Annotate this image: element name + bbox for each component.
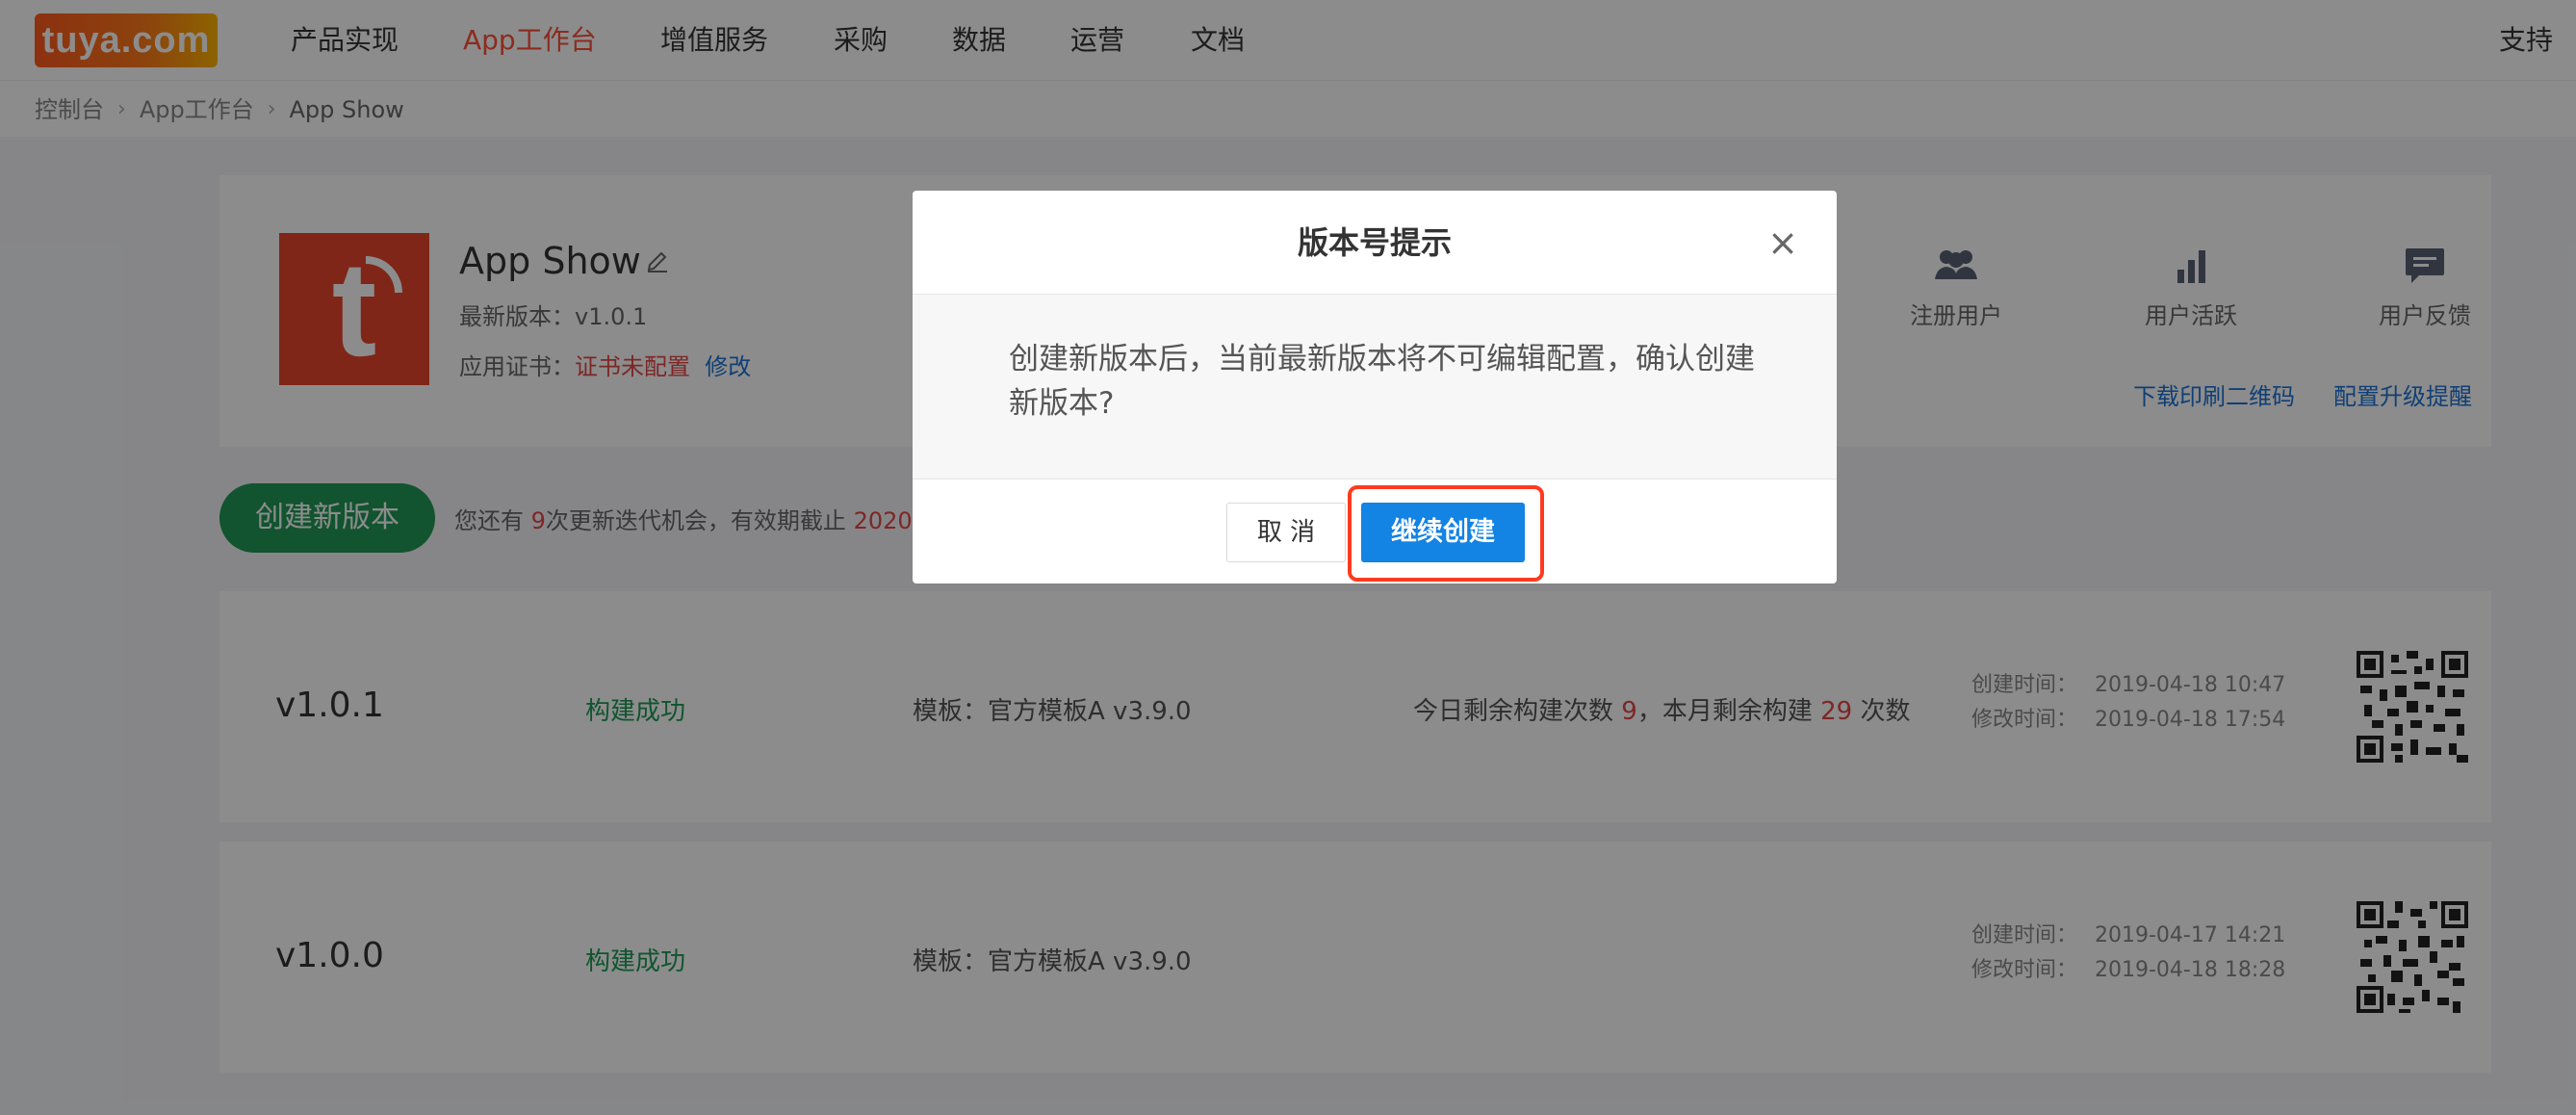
- dialog-message: 创建新版本后，当前最新版本将不可编辑配置，确认创建新版本?: [1009, 342, 1755, 421]
- highlight-box: [1348, 485, 1544, 582]
- dialog-title: 版本号提示: [913, 191, 1837, 295]
- dialog-body: 创建新版本后，当前最新版本将不可编辑配置，确认创建新版本?: [913, 295, 1837, 480]
- close-icon[interactable]: ×: [1767, 224, 1798, 261]
- cancel-button[interactable]: 取 消: [1226, 503, 1346, 562]
